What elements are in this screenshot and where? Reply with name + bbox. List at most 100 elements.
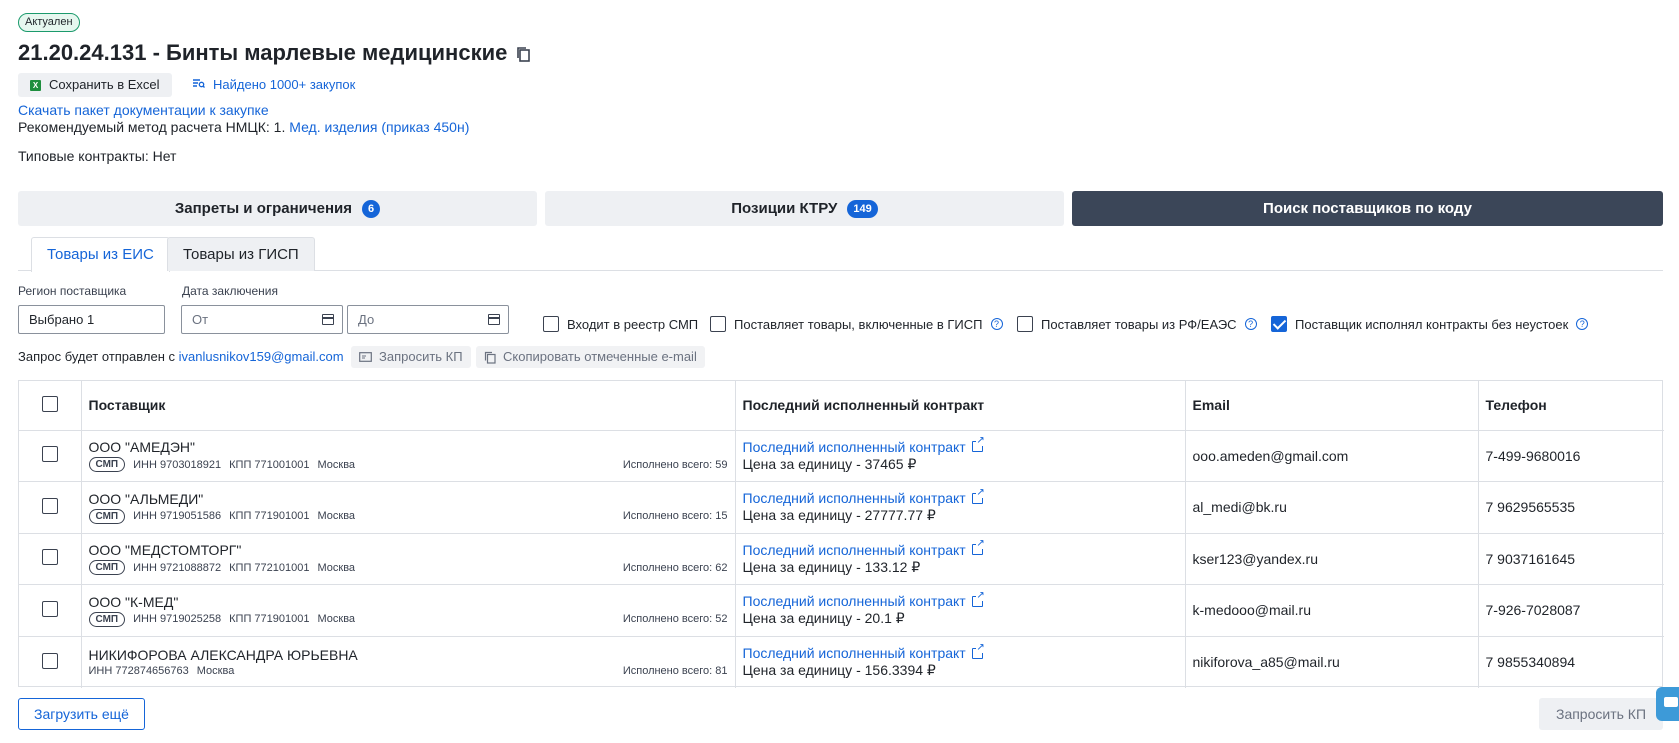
tab-gisp-goods[interactable]: Товары из ГИСП [167,237,315,271]
ktru-count-badge: 149 [847,199,878,218]
no-penalties-label: Поставщик исполнял контракты без неустое… [1295,316,1569,332]
supplier-name: ООО "АМЕДЭН" [88,439,196,456]
supplier-cell: ООО "К-МЕД" СМП ИНН 9719025258 КПП 77190… [81,584,736,637]
tab-supplier-search[interactable]: Поиск поставщиков по коду [1072,191,1663,226]
supplier-inn: ИНН 9703018921 [133,458,222,471]
contract-cell: Последний исполненный контракт Цена за е… [735,481,1186,534]
supplier-city: Москва [317,613,356,626]
supplier-inn: ИНН 9721088872 [133,561,222,574]
status-badge: Актуален [18,13,80,32]
help-icon[interactable]: ? [1244,318,1257,330]
date-label: Дата заключения [182,284,278,298]
contract-cell: Последний исполненный контракт Цена за е… [735,533,1186,585]
select-all-checkbox[interactable] [41,395,58,412]
copy-emails-button[interactable]: Скопировать отмеченные e-mail [476,346,705,368]
gisp-goods-checkbox[interactable] [710,316,726,332]
last-contract-link[interactable]: Последний исполненный контракт [743,642,1178,661]
col-supplier: Поставщик [81,381,736,431]
supplier-inn: ИНН 772874656763 [88,665,189,677]
chat-widget-icon[interactable] [1656,687,1679,721]
sender-email-link[interactable]: ivanlusnikov159@gmail.com [179,349,344,364]
save-excel-label: Сохранить в Excel [49,77,160,92]
found-purchases-link[interactable]: Найдено 1000+ закупок [192,77,355,92]
excel-icon: X [30,79,41,91]
request-kp-bottom-button[interactable]: Запросить КП [1539,698,1663,730]
filter-rf-eaes[interactable]: Поставляет товары из РФ/ЕАЭС ? [1017,316,1257,332]
done-total: Исполнено всего: 62 [622,561,728,574]
nmck-method-prefix: Рекомендуемый метод расчета НМЦК: 1. [18,119,286,135]
last-contract-link[interactable]: Последний исполненный контракт [743,590,1178,609]
email-cell: ooo.ameden@gmail.com [1185,430,1479,482]
typical-contracts: Типовые контракты: Нет [18,148,177,164]
load-more-button[interactable]: Загрузить ещё [18,698,145,730]
calendar-icon[interactable] [322,314,334,325]
col-email: Email [1185,381,1479,431]
table-row: ООО "К-МЕД" СМП ИНН 9719025258 КПП 77190… [19,584,1664,637]
supplier-city: Москва [317,510,356,523]
last-contract-link[interactable]: Последний исполненный контракт [743,487,1178,506]
tab-eis-goods[interactable]: Товары из ЕИС [31,237,170,272]
calendar-icon[interactable] [488,314,500,325]
smp-registry-checkbox[interactable] [543,316,559,332]
row-checkbox[interactable] [41,600,58,617]
unit-price: Цена за единицу - 37465 ₽ [742,455,917,472]
nmck-method-line: Рекомендуемый метод расчета НМЦК: 1. Мед… [18,119,469,135]
email-cell: nikiforova_a85@mail.ru [1185,636,1479,688]
supplier-meta: ИНН 772874656763 Москва Исполнено всего:… [89,665,728,677]
supplier-kpp: КПП 771001001 [229,458,310,471]
filter-gisp-goods[interactable]: Поставляет товары, включенные в ГИСП ? [710,316,1003,332]
filter-smp-registry[interactable]: Входит в реестр СМП [543,316,698,332]
supplier-cell: ООО "АЛЬМЕДИ" СМП ИНН 9719051586 КПП 771… [81,481,736,534]
supplier-meta: СМП ИНН 9721088872 КПП 772101001 Москва … [88,560,728,576]
region-select[interactable]: Выбрано 1 [18,305,165,334]
download-docs-link[interactable]: Скачать пакет документации к закупке [18,102,269,118]
col-contract: Последний исполненный контракт [735,381,1186,431]
save-excel-button[interactable]: X Сохранить в Excel [18,73,172,97]
date-from-field[interactable]: От [181,305,343,334]
contract-cell: Последний исполненный контракт Цена за е… [735,636,1186,688]
smp-badge: СМП [88,457,126,473]
phone-cell: 7-926-7028087 [1478,584,1664,637]
no-penalties-checkbox[interactable] [1271,316,1287,332]
select-all-cell [19,381,82,431]
request-kp-button[interactable]: Запросить КП [351,346,471,368]
row-checkbox[interactable] [41,652,58,669]
gisp-goods-label: Поставляет товары, включенные в ГИСП [734,316,983,332]
table-header-row: Поставщик Последний исполненный контракт… [19,381,1664,431]
help-icon[interactable]: ? [990,318,1003,330]
copy-icon[interactable] [515,44,533,62]
last-contract-link[interactable]: Последний исполненный контракт [743,436,1178,455]
supplier-cell: ООО "МЕДСТОМТОРГ" СМП ИНН 9721088872 КПП… [81,533,736,585]
email-cell: kser123@yandex.ru [1185,533,1479,585]
external-link-icon [971,436,985,453]
last-contract-link[interactable]: Последний исполненный контракт [743,539,1178,558]
done-total: Исполнено всего: 52 [622,613,728,626]
rf-eaes-checkbox[interactable] [1017,316,1033,332]
nmck-method-link[interactable]: Мед. изделия (приказ 450н) [289,119,469,135]
row-checkbox[interactable] [41,446,58,463]
table-row: НИКИФОРОВА АЛЕКСАНДРА ЮРЬЕВНА ИНН 772874… [19,636,1664,688]
external-link-icon [971,642,985,659]
filter-no-penalties[interactable]: Поставщик исполнял контракты без неустое… [1271,316,1589,332]
phone-cell: 7 9037161645 [1478,533,1664,585]
phone-cell: 7-499-9680016 [1478,430,1664,482]
copy-icon [484,351,496,364]
smp-badge: СМП [88,560,126,576]
supplier-name: ООО "МЕДСТОМТОРГ" [88,542,242,559]
smp-registry-label: Входит в реестр СМП [567,316,699,332]
supplier-kpp: КПП 771901001 [229,510,310,523]
external-link-icon [971,539,985,556]
tab-restrictions[interactable]: Запреты и ограничения 6 [18,191,537,226]
external-link-icon [971,487,985,504]
phone-cell: 7 9855340894 [1485,654,1576,670]
supplier-inn: ИНН 9719025258 [133,613,222,626]
row-checkbox[interactable] [41,549,58,566]
row-checkbox[interactable] [41,497,58,514]
supplier-name: ООО "К-МЕД" [88,593,179,610]
tab-ktru-positions[interactable]: Позиции КТРУ 149 [545,191,1064,226]
date-to-placeholder: До [358,312,375,327]
suppliers-table: Поставщик Последний исполненный контракт… [18,380,1664,688]
date-to-field[interactable]: До [347,305,509,334]
help-icon[interactable]: ? [1576,318,1589,330]
supplier-city: Москва [317,561,356,574]
